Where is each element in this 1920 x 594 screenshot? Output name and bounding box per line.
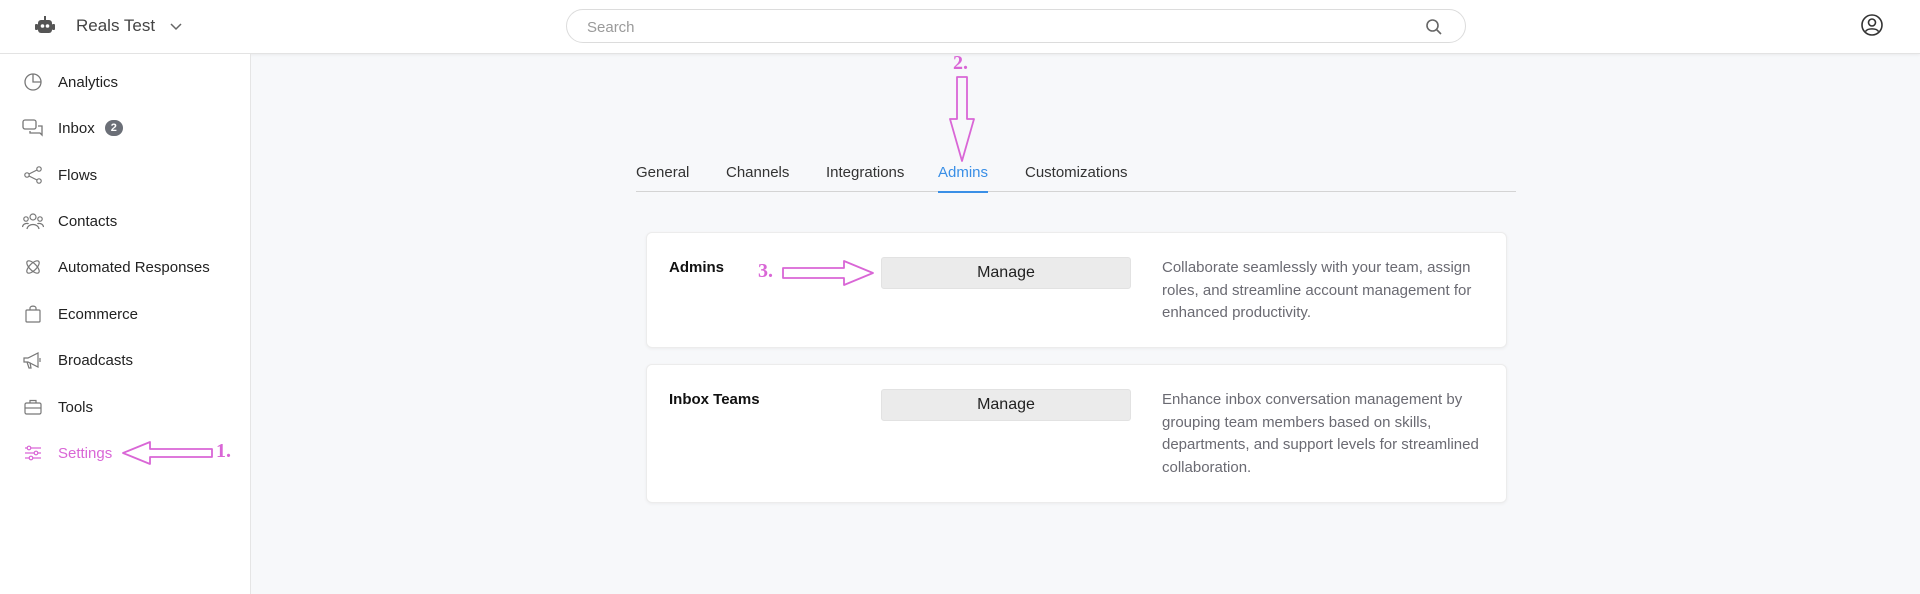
flows-icon (22, 164, 44, 186)
card-description: Collaborate seamlessly with your team, a… (1162, 259, 1472, 321)
top-header: Reals Test (0, 0, 1920, 54)
sidebar-item-settings[interactable]: Settings (22, 440, 112, 466)
automation-icon (22, 256, 44, 278)
shopping-bag-icon (22, 303, 44, 325)
sidebar-item-broadcasts[interactable]: Broadcasts (22, 347, 133, 373)
sidebar-item-label: Inbox (58, 119, 95, 137)
sidebar: Analytics Inbox 2 Flows Contacts Automat… (0, 54, 251, 594)
sliders-icon (22, 442, 44, 464)
sidebar-item-label: Broadcasts (58, 351, 134, 369)
annotation-arrow-right (782, 260, 874, 286)
workspace-switcher[interactable]: Reals Test (30, 12, 183, 40)
manage-inbox-teams-button[interactable]: Manage (881, 389, 1131, 421)
search-input[interactable] (587, 17, 1407, 37)
sidebar-item-label: Contacts (58, 212, 118, 230)
sidebar-item-contacts[interactable]: Contacts (22, 208, 117, 234)
inbox-icon (22, 117, 44, 139)
settings-tabs: General Channels Integrations Admins Cus… (636, 152, 1516, 193)
annotation-step-3: 3. (758, 260, 773, 282)
sidebar-item-flows[interactable]: Flows (22, 162, 97, 188)
sidebar-item-ecommerce[interactable]: Ecommerce (22, 301, 138, 327)
tab-admins[interactable]: Admins (938, 164, 989, 193)
inbox-count-badge: 2 (104, 120, 123, 136)
workspace-name: Reals Test (76, 16, 156, 35)
tab-customizations[interactable]: Customizations (1025, 164, 1128, 191)
robot-icon (30, 12, 60, 40)
sidebar-item-label: Tools (58, 398, 94, 416)
annotation-arrow-down (949, 76, 975, 162)
annotation-step-2: 2. (953, 52, 968, 74)
sidebar-item-analytics[interactable]: Analytics (22, 69, 118, 95)
tab-integrations[interactable]: Integrations (826, 164, 904, 191)
annotation-step-1: 1. (216, 440, 231, 462)
sidebar-item-automated-responses[interactable]: Automated Responses (22, 254, 210, 280)
contacts-icon (22, 210, 44, 232)
user-account-icon[interactable] (1860, 13, 1884, 37)
admins-card: Admins Manage Collaborate seamlessly wit… (646, 232, 1507, 348)
sidebar-item-tools[interactable]: Tools (22, 394, 93, 420)
chevron-down-icon (169, 19, 183, 33)
card-title: Admins (669, 259, 725, 276)
sidebar-item-label: Settings (58, 444, 113, 462)
search-bar (566, 9, 1466, 43)
sidebar-item-label: Ecommerce (58, 305, 139, 323)
card-description: Enhance inbox conversation management by… (1162, 391, 1479, 476)
tab-channels[interactable]: Channels (726, 164, 789, 191)
inbox-teams-card: Inbox Teams Manage Enhance inbox convers… (646, 364, 1507, 503)
search-icon[interactable] (1425, 18, 1443, 36)
tab-general[interactable]: General (636, 164, 689, 191)
analytics-icon (22, 71, 44, 93)
sidebar-item-label: Analytics (58, 73, 119, 91)
manage-admins-button[interactable]: Manage (881, 257, 1131, 289)
toolbox-icon (22, 396, 44, 418)
sidebar-item-inbox[interactable]: Inbox 2 (22, 115, 123, 141)
annotation-arrow-left (122, 441, 213, 465)
megaphone-icon (22, 349, 44, 371)
sidebar-item-label: Automated Responses (58, 258, 210, 276)
sidebar-item-label: Flows (58, 166, 98, 184)
card-title: Inbox Teams (669, 391, 760, 408)
